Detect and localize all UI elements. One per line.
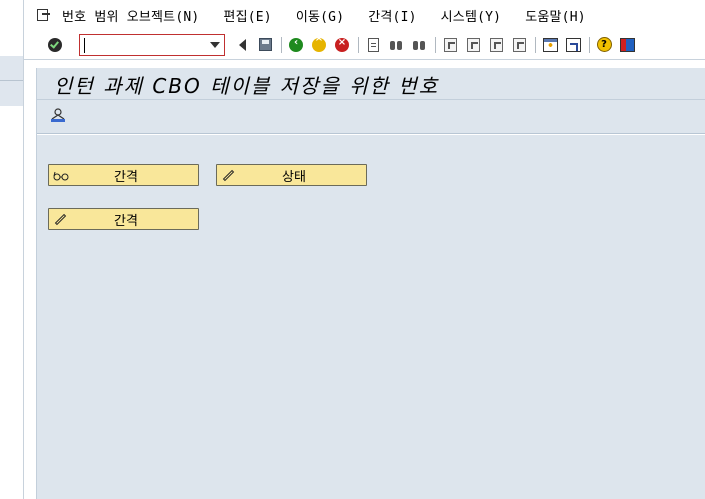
menu-system[interactable]: 시스템(Y) bbox=[441, 6, 502, 25]
shortcut-icon bbox=[565, 37, 581, 52]
enter-button[interactable] bbox=[46, 36, 64, 54]
save-icon bbox=[258, 38, 272, 51]
menu-bar: 번호 범위 오브젝트(N) 편집(E) 이동(G) 간격(I) 시스템(Y) 도… bbox=[24, 0, 705, 30]
back-button[interactable]: ‹ bbox=[287, 36, 305, 54]
intervals-display-label: 간격 bbox=[114, 169, 138, 185]
new-session-icon bbox=[542, 37, 558, 52]
create-session-button[interactable] bbox=[541, 36, 559, 54]
last-page-button[interactable] bbox=[510, 36, 528, 54]
menu-goto[interactable]: 이동(G) bbox=[296, 6, 344, 25]
save-button[interactable] bbox=[256, 36, 274, 54]
command-field[interactable] bbox=[79, 33, 225, 56]
find-next-icon bbox=[412, 39, 426, 51]
collapse-command-button[interactable] bbox=[233, 36, 251, 54]
next-page-button[interactable] bbox=[487, 36, 505, 54]
toolbar-separator bbox=[358, 36, 359, 53]
find-icon bbox=[389, 39, 403, 51]
last-page-icon bbox=[512, 37, 526, 52]
next-page-icon bbox=[489, 37, 503, 52]
menu-number-range-object[interactable]: 번호 범위 오브젝트(N) bbox=[62, 6, 199, 25]
pencil-icon bbox=[52, 211, 70, 227]
glasses-icon bbox=[52, 167, 70, 183]
chevron-down-icon[interactable] bbox=[210, 41, 220, 48]
title-bar: 인턴 과제 CBO 테이블 저장을 위한 번호 bbox=[37, 68, 705, 100]
help-button[interactable]: ? bbox=[595, 36, 613, 54]
cancel-button[interactable]: × bbox=[333, 36, 351, 54]
intervals-change-label: 간격 bbox=[114, 213, 138, 229]
help-icon: ? bbox=[596, 37, 612, 52]
back-icon: ‹ bbox=[289, 37, 303, 52]
print-icon bbox=[367, 37, 379, 52]
intervals-change-button[interactable]: 간격 bbox=[48, 208, 199, 230]
command-input[interactable] bbox=[84, 36, 202, 53]
cancel-icon: × bbox=[335, 37, 349, 52]
left-panel-divider bbox=[0, 80, 23, 81]
first-page-button[interactable] bbox=[441, 36, 459, 54]
previous-page-icon bbox=[466, 37, 480, 52]
text-caret bbox=[84, 37, 85, 53]
status-label: 상태 bbox=[282, 169, 306, 185]
checkmark-icon bbox=[48, 37, 62, 52]
find-next-button[interactable] bbox=[410, 36, 428, 54]
toolbar-separator bbox=[589, 36, 590, 53]
toolbar-separator bbox=[435, 36, 436, 53]
standard-toolbar: ‹ ^ × ? bbox=[24, 30, 705, 60]
menu-help[interactable]: 도움말(H) bbox=[525, 6, 586, 25]
first-page-icon bbox=[443, 37, 457, 52]
left-panel-strip bbox=[0, 0, 24, 499]
layout-icon bbox=[619, 37, 635, 52]
exit-button[interactable]: ^ bbox=[310, 36, 328, 54]
main-content: 간격 상태 간격 bbox=[37, 135, 705, 499]
triangle-left-icon bbox=[238, 38, 246, 51]
application-toolbar bbox=[37, 100, 705, 134]
menu-interval[interactable]: 간격(I) bbox=[368, 6, 416, 25]
status-button[interactable]: 상태 bbox=[216, 164, 367, 186]
toolbar-separator bbox=[535, 36, 536, 53]
find-button[interactable] bbox=[387, 36, 405, 54]
previous-page-button[interactable] bbox=[464, 36, 482, 54]
print-button[interactable] bbox=[364, 36, 382, 54]
layout-menu-button[interactable] bbox=[618, 36, 636, 54]
menu-exit-icon[interactable] bbox=[36, 8, 52, 22]
page-title: 인턴 과제 CBO 테이블 저장을 위한 번호 bbox=[54, 74, 440, 98]
menu-edit[interactable]: 편집(E) bbox=[223, 6, 271, 25]
intervals-display-button[interactable]: 간격 bbox=[48, 164, 199, 186]
pencil-icon bbox=[220, 167, 238, 183]
exit-icon: ^ bbox=[312, 37, 326, 52]
user-maintain-icon[interactable] bbox=[49, 107, 67, 125]
create-shortcut-button[interactable] bbox=[564, 36, 582, 54]
toolbar-separator bbox=[281, 36, 282, 53]
left-panel-band bbox=[0, 56, 23, 106]
